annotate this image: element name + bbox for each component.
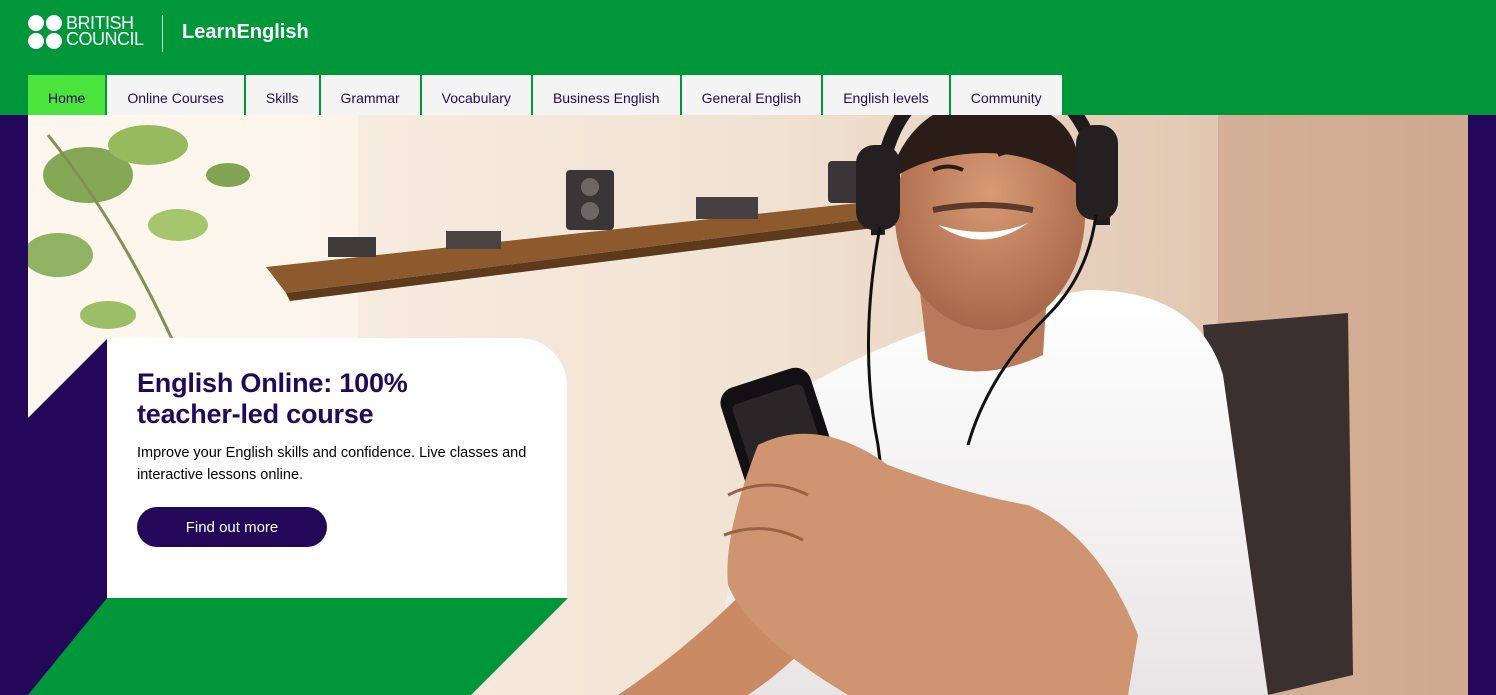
- hero-title-line-2: teacher-led course: [137, 399, 374, 429]
- nav-item-general-english[interactable]: General English: [681, 75, 822, 115]
- header-divider: [162, 15, 163, 52]
- decorative-corner-shape: [28, 338, 108, 418]
- site-header: BRITISH COUNCIL LearnEnglish Home Online…: [0, 0, 1496, 115]
- nav-item-business-english[interactable]: Business English: [532, 75, 680, 115]
- nav-item-vocabulary[interactable]: Vocabulary: [421, 75, 531, 115]
- nav-item-english-levels[interactable]: English levels: [823, 75, 949, 115]
- find-out-more-button[interactable]: Find out more: [137, 507, 327, 547]
- site-name-link[interactable]: LearnEnglish: [182, 21, 309, 44]
- page: BRITISH COUNCIL LearnEnglish Home Online…: [0, 0, 1496, 695]
- british-council-logo[interactable]: BRITISH COUNCIL: [28, 14, 144, 49]
- decorative-green-shape: [28, 598, 568, 695]
- nav-item-community[interactable]: Community: [950, 75, 1062, 115]
- hero-title: English Online: 100% teacher-led course: [137, 368, 537, 430]
- logo-dots-icon: [28, 15, 62, 49]
- logo-wordmark: BRITISH COUNCIL: [66, 14, 144, 49]
- main-nav: Home Online Courses Skills Grammar Vocab…: [28, 75, 1064, 115]
- side-band-right: [1468, 115, 1496, 695]
- hero-description: Improve your English skills and confiden…: [137, 445, 527, 483]
- nav-item-online-courses[interactable]: Online Courses: [107, 75, 244, 115]
- logo-line-2: COUNCIL: [66, 29, 144, 49]
- nav-item-skills[interactable]: Skills: [245, 75, 319, 115]
- hero-card: English Online: 100% teacher-led course …: [107, 338, 567, 598]
- side-band-left: [0, 115, 28, 695]
- hero-title-line-1: English Online: 100%: [137, 368, 408, 398]
- nav-item-grammar[interactable]: Grammar: [320, 75, 420, 115]
- nav-item-home[interactable]: Home: [28, 75, 106, 115]
